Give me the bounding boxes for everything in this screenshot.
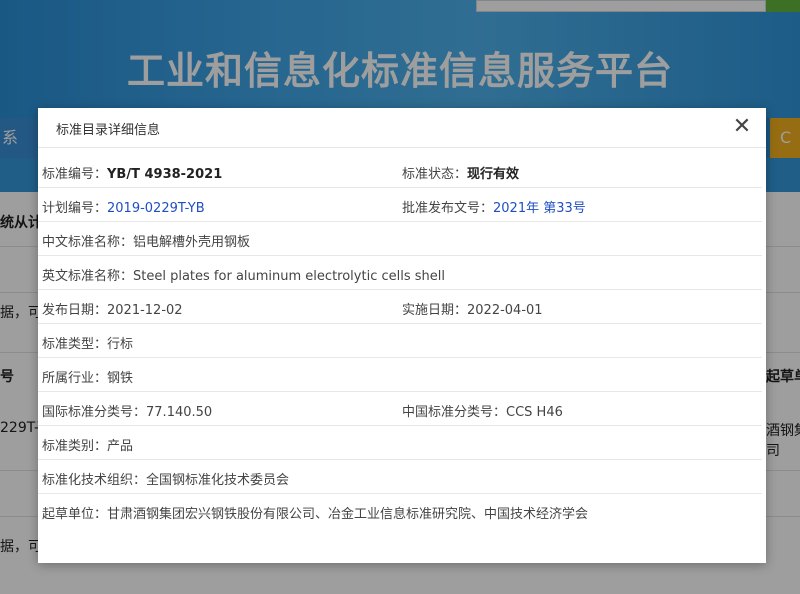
field-value: 2022-04-01	[467, 303, 543, 318]
dialog-title: 标准目录详细信息	[56, 123, 161, 138]
left-field: 所属行业：钢铁	[42, 367, 133, 386]
detail-row: 标准类别：产品	[38, 426, 762, 460]
detail-row: 计划编号：2019-0229T-YB 批准发布文号：2021年 第33号	[38, 188, 762, 222]
detail-row: 标准化技术组织：全国钢标准化技术委员会	[38, 460, 762, 494]
detail-row: 标准类型：行标	[38, 324, 762, 358]
field-value: 铝电解槽外壳用钢板	[133, 235, 251, 250]
dialog-header: 标准目录详细信息 ✕	[38, 108, 766, 148]
detail-row: 国际标准分类号：77.140.50 中国标准分类号：CCS H46	[38, 392, 762, 426]
detail-row: 发布日期：2021-12-02 实施日期：2022-04-01	[38, 290, 762, 324]
field-value: 产品	[107, 439, 134, 454]
left-field: 发布日期：2021-12-02	[42, 299, 183, 318]
field-label: 标准类型：	[42, 337, 108, 352]
field-label: 批准发布文号：	[402, 201, 494, 216]
field-value: 全国钢标准化技术委员会	[146, 473, 290, 488]
right-field: 标准状态：现行有效	[402, 163, 519, 182]
field-value: 2021-12-02	[107, 303, 183, 318]
field-label: 中国标准分类号：	[402, 405, 507, 420]
field-label: 起草单位：	[42, 507, 108, 522]
left-field: 英文标准名称：Steel plates for aluminum electro…	[42, 265, 445, 284]
field-label: 实施日期：	[402, 303, 468, 318]
left-field: 起草单位：甘肃酒钢集团宏兴钢铁股份有限公司、冶金工业信息标准研究院、中国技术经济…	[42, 503, 588, 522]
left-field: 国际标准分类号：77.140.50	[42, 401, 212, 420]
field-label: 标准类别：	[42, 439, 108, 454]
field-label: 标准化技术组织：	[42, 473, 147, 488]
detail-row: 英文标准名称：Steel plates for aluminum electro…	[38, 256, 762, 290]
left-field: 标准编号：YB/T 4938-2021	[42, 163, 222, 182]
field-value-link[interactable]: 2019-0229T-YB	[107, 201, 205, 216]
detail-row: 中文标准名称：铝电解槽外壳用钢板	[38, 222, 762, 256]
field-label: 中文标准名称：	[42, 235, 134, 250]
field-value: 钢铁	[107, 371, 134, 386]
field-value: 77.140.50	[146, 405, 213, 420]
field-label: 标准状态：	[402, 167, 468, 182]
field-value: 甘肃酒钢集团宏兴钢铁股份有限公司、冶金工业信息标准研究院、中国技术经济学会	[107, 507, 589, 522]
left-field: 标准化技术组织：全国钢标准化技术委员会	[42, 469, 289, 488]
field-label: 国际标准分类号：	[42, 405, 147, 420]
detail-table: 标准编号：YB/T 4938-2021 标准状态：现行有效计划编号：2019-02…	[38, 148, 766, 528]
field-value: CCS H46	[506, 405, 563, 420]
field-value: 行标	[107, 337, 134, 352]
detail-row: 所属行业：钢铁	[38, 358, 762, 392]
field-label: 所属行业：	[42, 371, 108, 386]
detail-row: 起草单位：甘肃酒钢集团宏兴钢铁股份有限公司、冶金工业信息标准研究院、中国技术经济…	[38, 494, 762, 528]
right-field: 批准发布文号：2021年 第33号	[402, 197, 586, 216]
left-field: 计划编号：2019-0229T-YB	[42, 197, 205, 216]
field-value: 现行有效	[467, 167, 520, 182]
field-label: 标准编号：	[42, 167, 108, 182]
field-label: 发布日期：	[42, 303, 108, 318]
standard-detail-dialog: 标准目录详细信息 ✕ 标准编号：YB/T 4938-2021 标准状态：现行有效计…	[38, 108, 766, 563]
left-field: 中文标准名称：铝电解槽外壳用钢板	[42, 231, 250, 250]
detail-row: 标准编号：YB/T 4938-2021 标准状态：现行有效	[38, 154, 762, 188]
field-value: Steel plates for aluminum electrolytic c…	[133, 269, 445, 284]
field-label: 英文标准名称：	[42, 269, 134, 284]
right-field: 实施日期：2022-04-01	[402, 299, 543, 318]
left-field: 标准类型：行标	[42, 333, 133, 352]
close-icon[interactable]: ✕	[730, 115, 754, 139]
right-field: 中国标准分类号：CCS H46	[402, 401, 563, 420]
field-value: YB/T 4938-2021	[107, 167, 223, 182]
left-field: 标准类别：产品	[42, 435, 133, 454]
field-value-link[interactable]: 2021年 第33号	[493, 201, 586, 216]
field-label: 计划编号：	[42, 201, 108, 216]
